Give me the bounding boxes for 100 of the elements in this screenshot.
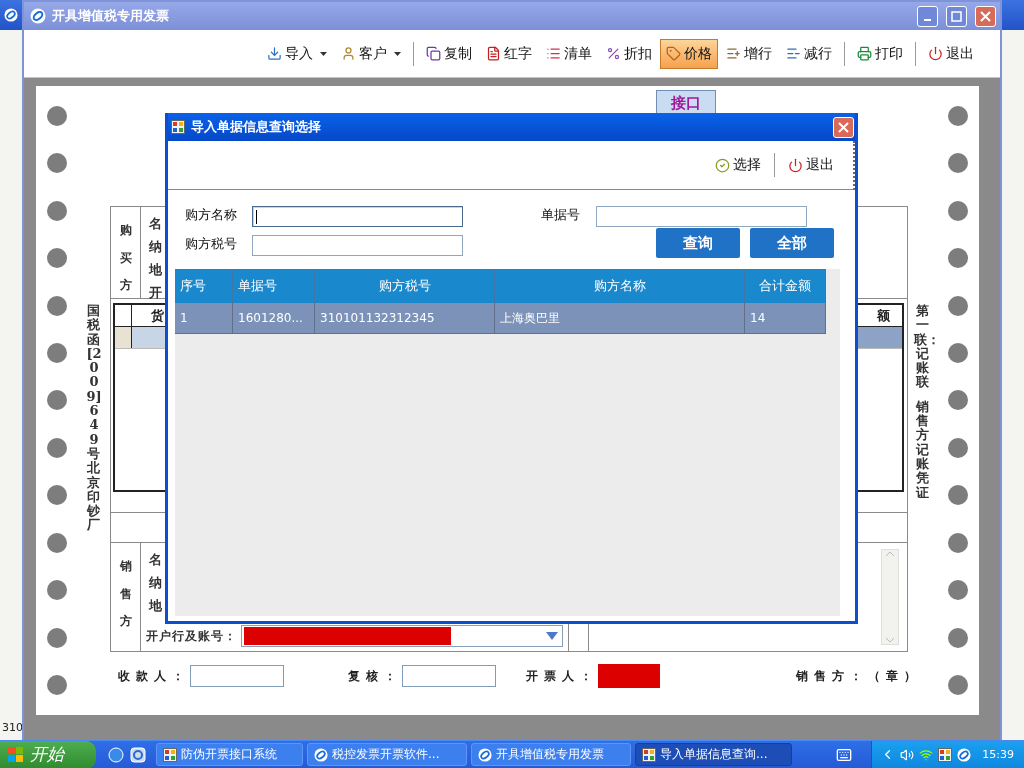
punch-hole: [47, 153, 67, 174]
punch-hole: [47, 580, 67, 601]
punch-hole: [47, 390, 67, 411]
toolbar-button[interactable]: 价格: [660, 38, 718, 69]
punch-hole: [948, 105, 968, 126]
punch-hole: [948, 248, 968, 269]
punch-hole: [948, 153, 968, 174]
punch-hole: [47, 295, 67, 316]
check-circle-icon: [715, 157, 730, 173]
text-input[interactable]: [252, 235, 463, 256]
toolbar-button[interactable]: 红字: [480, 38, 538, 69]
text-input[interactable]: [596, 206, 807, 227]
punch-hole: [948, 295, 968, 316]
field-label: 开户行及账号：: [146, 627, 237, 645]
taskbar-button[interactable]: 导入单据信息查询...: [635, 743, 792, 766]
punch-hole: [47, 675, 67, 696]
toolbar-button[interactable]: 增行: [720, 38, 778, 69]
punch-hole: [47, 200, 67, 221]
punch-hole: [948, 532, 968, 553]
payee-field[interactable]: [190, 665, 284, 687]
payee-label: 收款人：: [118, 667, 190, 685]
punch-hole: [47, 105, 67, 126]
window-icon: [163, 747, 177, 762]
field-label: 名: [149, 551, 163, 569]
list-minus-icon: [786, 46, 801, 61]
action-button[interactable]: 全部: [750, 228, 834, 258]
punch-hole: [948, 580, 968, 601]
field-label: 地: [149, 597, 163, 615]
reviewer-field[interactable]: [402, 665, 496, 687]
browser-icon[interactable]: [108, 746, 124, 763]
interface-tab[interactable]: 接口: [656, 90, 716, 116]
wifi-icon[interactable]: [919, 747, 934, 762]
bank-account-dropdown[interactable]: [241, 625, 563, 647]
punch-hole: [47, 627, 67, 648]
dialog-title: 导入单据信息查询选择: [191, 118, 322, 136]
field-label: 购方税号: [185, 235, 238, 253]
column-header: 货: [150, 306, 164, 325]
download-icon: [267, 46, 282, 61]
minimize-icon: [924, 19, 931, 21]
toolbar-button[interactable]: 清单: [540, 38, 598, 69]
toolbar-button[interactable]: 退出: [785, 156, 837, 174]
clock: 15:39: [982, 748, 1014, 761]
app-logo-icon: [478, 747, 492, 762]
toolbar-button[interactable]: 减行: [780, 38, 838, 69]
toolbar-button[interactable]: 打印: [851, 38, 909, 69]
taskbar-button[interactable]: 税控发票开票软件...: [307, 743, 467, 766]
start-button[interactable]: 开始: [0, 740, 96, 768]
window-icon: [171, 120, 185, 134]
maximize-button[interactable]: [946, 5, 967, 27]
scroll-down-icon[interactable]: [885, 636, 895, 644]
punch-hole: [47, 532, 67, 553]
punch-hole: [948, 343, 968, 363]
maximize-icon: [951, 10, 962, 22]
window-icon: [642, 747, 656, 762]
punch-hole: [948, 390, 968, 411]
app-logo-icon: [957, 747, 972, 762]
app-shortcut-icon[interactable]: [130, 746, 146, 763]
redaction-block: [598, 664, 660, 688]
status-text: 310: [1, 721, 22, 734]
taskbar-button[interactable]: 开具增值税专用发票: [471, 743, 631, 766]
keyboard-icon[interactable]: [836, 746, 852, 763]
printer-note: 国税函[2009]649号北京印钞厂: [85, 304, 103, 533]
document-icon: [486, 46, 501, 61]
table-cell: 1601280...: [233, 303, 315, 334]
speaker-icon[interactable]: [900, 747, 915, 762]
text-input[interactable]: [252, 206, 463, 227]
toolbar-button[interactable]: 退出: [922, 38, 980, 69]
punch-hole: [948, 675, 968, 696]
toolbar-button[interactable]: 导入: [261, 38, 333, 69]
field-label: 地: [149, 261, 163, 279]
punch-hole: [948, 437, 968, 458]
taskbar-button[interactable]: 防伪开票接口系统: [156, 743, 303, 766]
window-title: 开具增值税专用发票: [52, 7, 170, 25]
flag-icon: [8, 746, 24, 763]
section-heading: 购买方: [119, 222, 132, 295]
field-label: 名: [149, 215, 163, 233]
column-header: 额: [877, 306, 891, 325]
toolbar-button[interactable]: 复制: [420, 38, 478, 69]
app-logo-icon: [30, 8, 46, 24]
table-cell: 14: [745, 303, 826, 334]
seal-label: 销售方：（章）: [796, 667, 922, 685]
scroll-up-icon[interactable]: [885, 550, 895, 558]
issuer-label: 开票人：: [526, 667, 598, 685]
field-label: 购方名称: [185, 206, 238, 224]
minimize-button[interactable]: [917, 5, 938, 27]
toolbar-button[interactable]: 选择: [712, 156, 764, 174]
field-label: 单据号: [541, 206, 581, 224]
reviewer-label: 复核：: [348, 667, 402, 685]
close-button[interactable]: [975, 5, 996, 27]
punch-hole: [47, 485, 67, 506]
toolbar-button[interactable]: 客户: [335, 38, 407, 69]
toolbar-button[interactable]: 折扣: [600, 38, 658, 69]
table-cell: 1: [175, 303, 233, 334]
window-icon: [938, 747, 953, 762]
punch-hole: [47, 248, 67, 269]
scrollbar[interactable]: [881, 549, 899, 645]
action-button[interactable]: 查询: [656, 228, 740, 258]
close-icon: [980, 10, 991, 22]
close-button[interactable]: [833, 116, 854, 138]
section-heading: 销售方: [119, 558, 132, 631]
